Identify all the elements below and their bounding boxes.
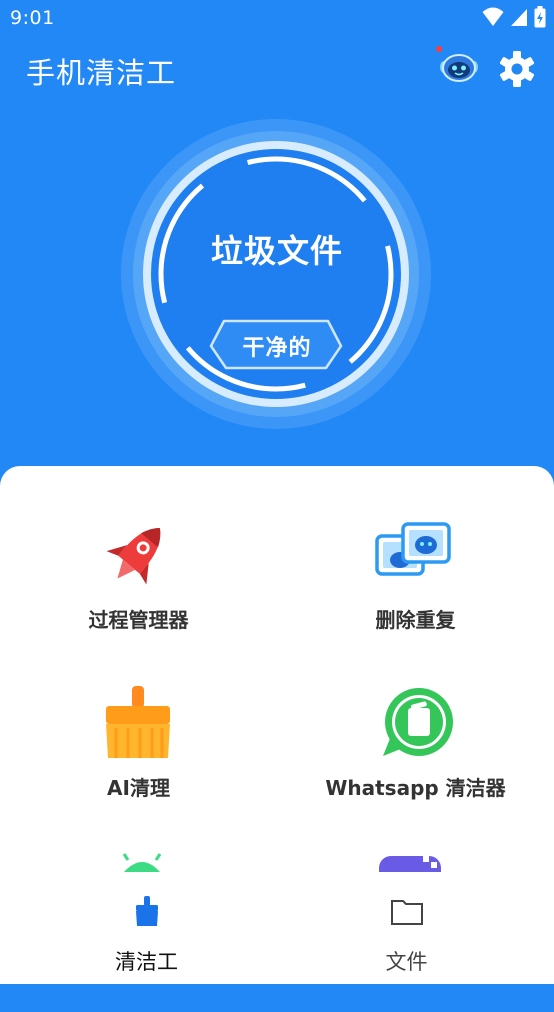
delete-duplicates-tile[interactable]: 删除重复: [277, 466, 554, 632]
gear-icon: [499, 51, 535, 87]
clean-status-label: 干净的: [242, 336, 312, 361]
nav-tab-files[interactable]: 文件: [268, 872, 545, 984]
ai-clean-tile[interactable]: AI清理: [0, 634, 277, 800]
feature-label: Whatsapp 清洁器: [325, 776, 506, 800]
junk-files-gauge[interactable]: [120, 118, 432, 430]
junk-files-title: 垃圾文件: [210, 232, 343, 270]
process-manager-tile[interactable]: 过程管理器: [0, 466, 277, 632]
nav-tab-cleaner[interactable]: 清洁工: [8, 872, 285, 984]
feature-label: 删除重复: [375, 608, 456, 632]
app-title: 手机清洁工: [26, 56, 177, 90]
android-icon: [122, 853, 162, 872]
broom-icon: [136, 896, 158, 926]
robot-icon: [436, 46, 478, 82]
whatsapp-cleaner-tile[interactable]: Whatsapp 清洁器: [277, 634, 554, 800]
signal-icon: [511, 9, 527, 26]
settings-button[interactable]: [496, 48, 538, 90]
status-pill: [209, 319, 343, 370]
nav-label: 清洁工: [115, 950, 178, 974]
status-time: 9:01: [10, 7, 55, 29]
broom-icon: [106, 686, 170, 758]
nav-label: 文件: [385, 950, 428, 974]
wifi-icon: [482, 7, 504, 26]
status-icons: [482, 6, 546, 28]
feature-label: 过程管理器: [88, 608, 189, 632]
bottom-nav: 清洁工 文件: [0, 872, 554, 984]
folder-icon: [391, 900, 423, 925]
duplicate-photos-icon: [375, 522, 451, 576]
whatsapp-trash-icon: [383, 688, 453, 756]
app-header: 手机清洁工: [0, 36, 554, 100]
status-bar: 9:01: [0, 0, 554, 36]
robot-assistant-button[interactable]: [436, 44, 482, 90]
rocket-icon: [106, 527, 161, 585]
feature-label: AI清理: [107, 776, 170, 800]
battery-icon: [534, 6, 546, 28]
game-controller-icon: [379, 856, 441, 872]
